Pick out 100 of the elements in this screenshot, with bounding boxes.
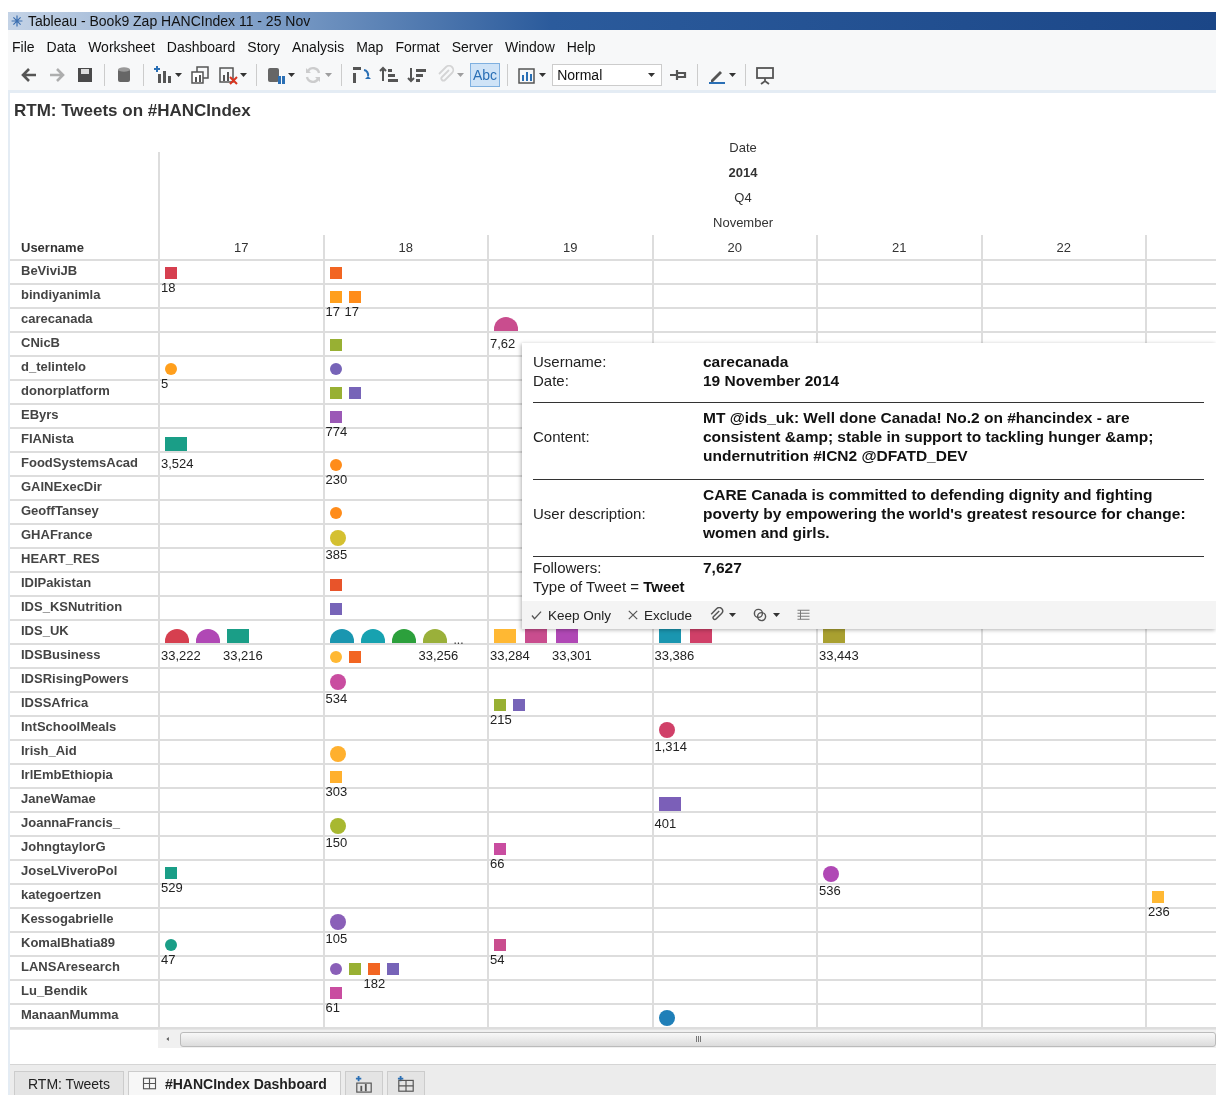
mark-label: 33,222 bbox=[161, 649, 201, 663]
new-worksheet-button[interactable] bbox=[344, 1071, 383, 1095]
circle-mark[interactable] bbox=[196, 629, 220, 643]
scroll-left-icon bbox=[164, 1034, 172, 1044]
mark-label: 33,216 bbox=[223, 649, 263, 663]
username-label: carecanada bbox=[20, 310, 94, 328]
column-field-label: Date bbox=[729, 139, 757, 157]
circle-mark[interactable] bbox=[823, 866, 839, 882]
tooltip-value: carecanada bbox=[703, 352, 790, 371]
caret-icon bbox=[457, 72, 464, 77]
menu-item[interactable]: Dashboard bbox=[164, 39, 246, 60]
caret-icon bbox=[729, 613, 737, 617]
tooltip-label: Date: bbox=[533, 372, 570, 389]
mark-label: 17 bbox=[344, 305, 359, 319]
refresh-icon bbox=[303, 64, 323, 85]
circle-mark[interactable] bbox=[165, 629, 189, 643]
square-mark[interactable] bbox=[367, 963, 380, 975]
username-label: JaneWamae bbox=[20, 790, 97, 808]
circle-mark[interactable] bbox=[329, 629, 354, 643]
view-data-button[interactable] bbox=[796, 607, 812, 623]
menu-item[interactable]: Format bbox=[393, 39, 450, 60]
square-mark[interactable] bbox=[658, 629, 681, 643]
mark-label: 61 bbox=[325, 1001, 340, 1015]
tooltip-value: CARE Canada is committed to defending dignity and fighting poverty by empowering the world's greatest resource for change: women and girls. bbox=[703, 484, 1187, 542]
square-mark[interactable] bbox=[348, 387, 361, 399]
close-icon bbox=[627, 609, 640, 621]
username-label: d_telintelo bbox=[20, 358, 87, 376]
mark-label: 33,284 bbox=[490, 649, 530, 663]
square-mark[interactable] bbox=[386, 963, 399, 975]
caret-icon bbox=[539, 72, 547, 77]
circle-mark[interactable] bbox=[658, 722, 675, 738]
mark-label: 529 bbox=[161, 881, 183, 895]
duplicate-sheet-button[interactable] bbox=[188, 63, 212, 86]
circle-mark[interactable] bbox=[329, 914, 346, 930]
username-label: Lu_Bendik bbox=[20, 982, 89, 1000]
circle-mark[interactable] bbox=[494, 317, 518, 331]
username-label: donorplatform bbox=[20, 382, 111, 400]
menu-item[interactable]: Window bbox=[502, 39, 565, 60]
square-mark[interactable] bbox=[329, 603, 342, 615]
square-mark[interactable] bbox=[658, 797, 681, 811]
circle-mark[interactable] bbox=[165, 939, 177, 951]
show-labels-button[interactable]: Abc bbox=[470, 62, 501, 87]
caret-icon bbox=[729, 72, 737, 77]
more-marks-indicator: ... bbox=[453, 632, 464, 647]
sheet-title: RTM: Tweets on #HANCIndex bbox=[13, 100, 252, 122]
username-label: kategoertzen bbox=[20, 886, 103, 904]
sheet-tab[interactable]: RTM: Tweets bbox=[14, 1071, 124, 1095]
username-label: IDSRisingPowers bbox=[20, 670, 130, 688]
circle-mark[interactable] bbox=[165, 363, 177, 375]
menu-item[interactable]: Story bbox=[245, 39, 290, 60]
circle-mark[interactable] bbox=[360, 629, 385, 643]
circle-mark[interactable] bbox=[329, 674, 346, 690]
mark-label: 17 bbox=[325, 305, 340, 319]
circle-mark[interactable] bbox=[329, 459, 342, 471]
square-mark[interactable] bbox=[689, 629, 712, 643]
menu-item[interactable]: Help bbox=[564, 39, 606, 60]
bar-chart-plus-icon bbox=[354, 1074, 373, 1093]
dashboard-grid-icon bbox=[141, 1076, 157, 1091]
menu-item[interactable]: Analysis bbox=[290, 39, 355, 60]
new-worksheet-button[interactable] bbox=[151, 63, 184, 86]
username-label: GHAFrance bbox=[20, 526, 94, 544]
new-dashboard-button[interactable] bbox=[386, 1071, 425, 1095]
set-button[interactable] bbox=[752, 607, 781, 623]
caret-icon bbox=[773, 613, 781, 617]
menu-item[interactable]: File bbox=[10, 39, 45, 60]
group-button[interactable] bbox=[708, 607, 737, 623]
menu-item[interactable]: Map bbox=[354, 39, 394, 60]
username-label: IDS_KSNutrition bbox=[20, 598, 124, 616]
bar-chart-plus-icon bbox=[153, 64, 173, 85]
mark-label: 150 bbox=[325, 836, 348, 850]
username-label: IDS_UK bbox=[20, 622, 70, 640]
username-label: IDSSAfrica bbox=[20, 694, 90, 712]
username-label: JoannaFrancis_ bbox=[20, 814, 121, 832]
square-mark[interactable] bbox=[329, 267, 342, 279]
circle-mark[interactable] bbox=[329, 363, 342, 375]
circle-mark[interactable] bbox=[329, 507, 342, 519]
exclude-button[interactable]: Exclude bbox=[627, 607, 693, 623]
square-mark[interactable] bbox=[329, 987, 342, 999]
menu-item[interactable]: Server bbox=[449, 39, 503, 60]
square-mark[interactable] bbox=[329, 579, 342, 591]
mark-label: 236 bbox=[1148, 905, 1170, 919]
menu-item[interactable]: Worksheet bbox=[86, 39, 165, 60]
tooltip-label: Username: bbox=[533, 353, 608, 370]
square-mark[interactable] bbox=[329, 411, 342, 423]
circle-mark[interactable] bbox=[329, 963, 342, 975]
day-header: 21 bbox=[892, 239, 907, 255]
circle-mark[interactable] bbox=[329, 818, 346, 834]
day-header: 22 bbox=[1056, 239, 1071, 255]
bar-chart-cross-icon bbox=[218, 64, 238, 85]
sheet-tab[interactable]: #HANCIndex Dashboard bbox=[127, 1071, 341, 1095]
square-mark[interactable] bbox=[348, 651, 361, 663]
username-label: EByrs bbox=[20, 406, 60, 424]
keep-only-button[interactable]: Keep Only bbox=[530, 607, 612, 623]
menu-item[interactable]: Data bbox=[44, 39, 87, 60]
circle-mark[interactable] bbox=[391, 629, 416, 643]
circle-mark[interactable] bbox=[658, 1010, 675, 1026]
mark-size-dropdown[interactable]: Normal bbox=[552, 63, 663, 86]
tooltip-label: Content: bbox=[533, 427, 591, 445]
circle-mark[interactable] bbox=[422, 629, 447, 643]
mark-label: 3,524 bbox=[161, 457, 194, 471]
